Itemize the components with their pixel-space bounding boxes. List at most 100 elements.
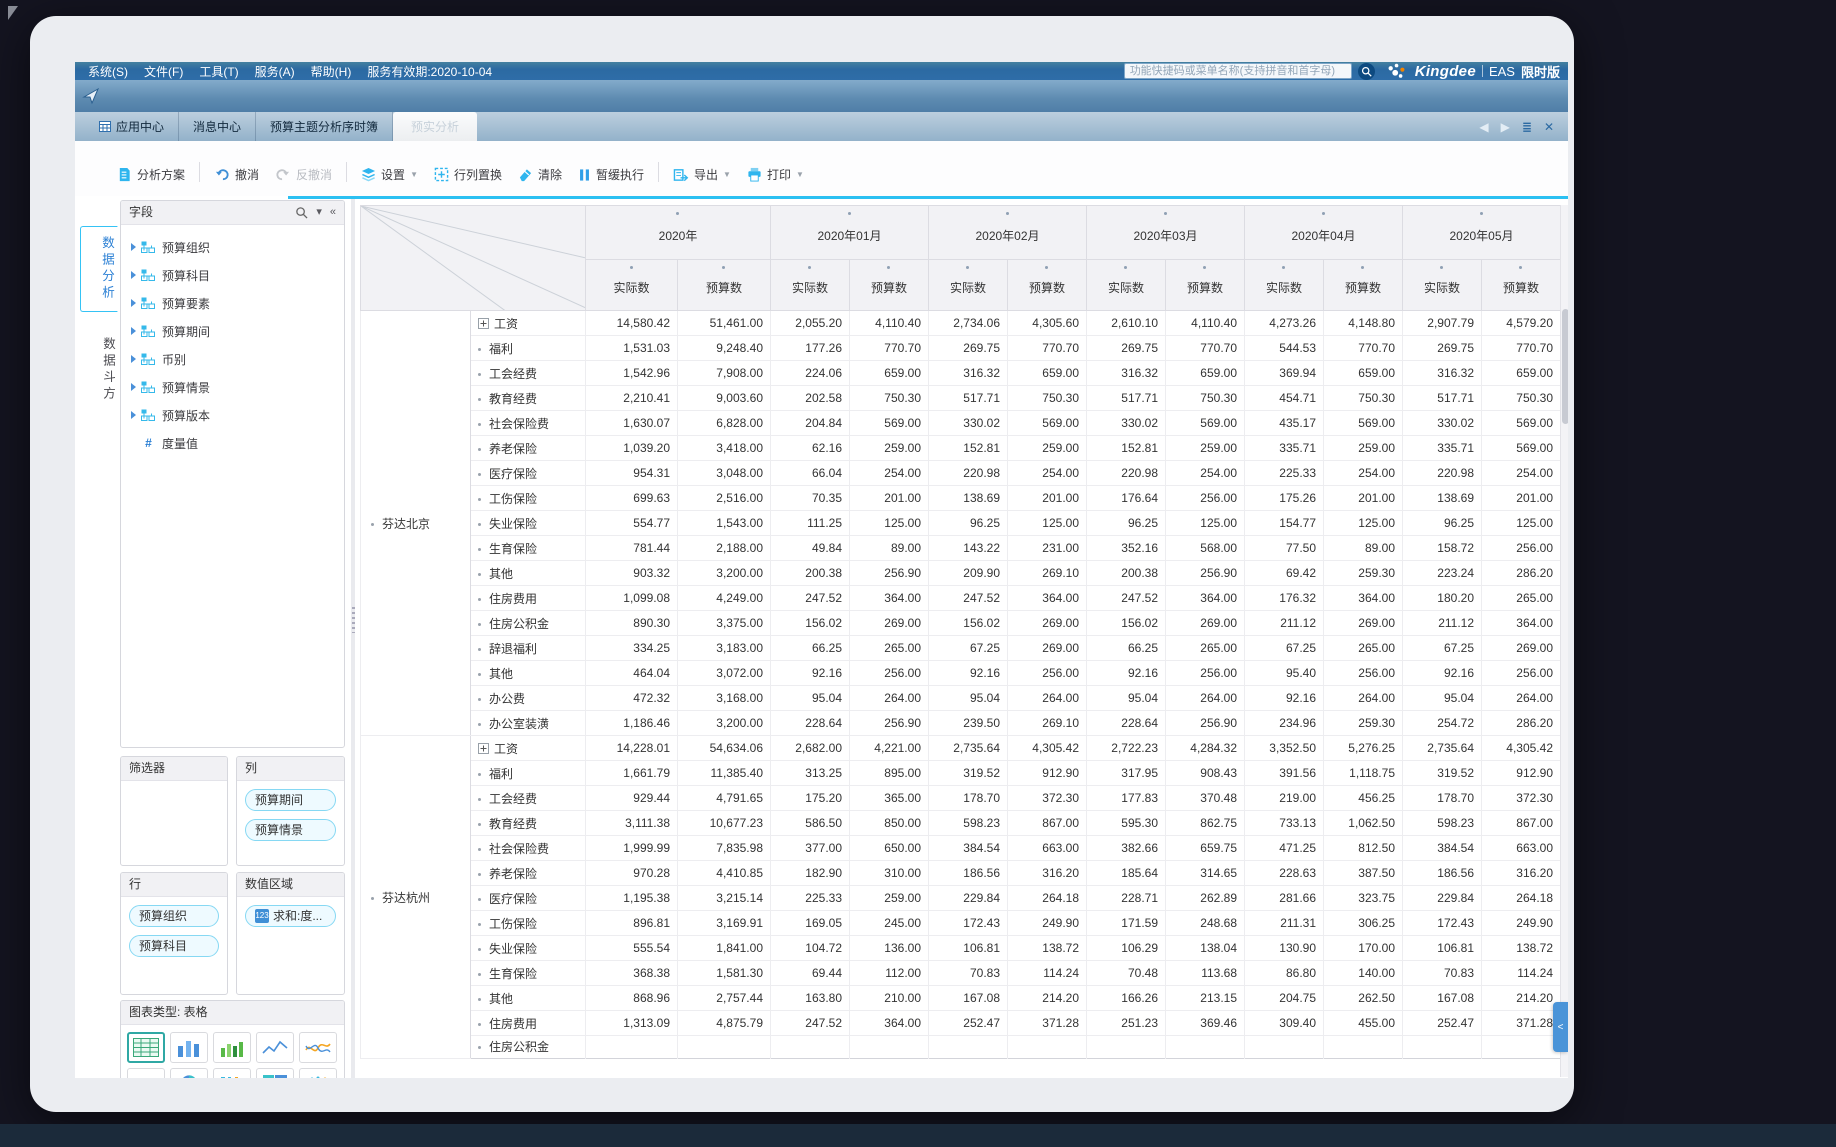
sub-column-header[interactable]: 预算数 bbox=[1324, 260, 1403, 311]
chart-type-spline-icon[interactable] bbox=[299, 1032, 337, 1063]
field-item-6[interactable]: 预算情景 bbox=[125, 373, 340, 401]
sub-column-header[interactable]: 实际数 bbox=[1245, 260, 1324, 311]
sub-column-header[interactable]: 预算数 bbox=[850, 260, 929, 311]
tab-forward-icon[interactable]: ▶ bbox=[1501, 120, 1510, 134]
collapse-panel-icon[interactable]: « bbox=[330, 201, 336, 224]
org-group-cell[interactable]: 芬达北京 bbox=[361, 311, 471, 736]
column-group-header[interactable]: 2020年02月 bbox=[929, 206, 1087, 260]
chart-type-bar-green-icon[interactable] bbox=[213, 1032, 251, 1063]
menu-item[interactable]: 系统(S) bbox=[88, 65, 128, 79]
field-item-8[interactable]: #度量值 bbox=[125, 429, 340, 457]
field-item-2[interactable]: 预算科目 bbox=[125, 261, 340, 289]
field-filter-caret-icon[interactable]: ▾ bbox=[316, 201, 322, 224]
sub-column-header[interactable]: 实际数 bbox=[1087, 260, 1166, 311]
vertical-scrollbar[interactable] bbox=[1560, 205, 1568, 1077]
field-search-icon[interactable] bbox=[295, 206, 308, 219]
account-cell: 教育经费 bbox=[471, 811, 586, 836]
value-cell: 202.58 bbox=[771, 386, 850, 411]
shelf-chip[interactable]: 123求和:度... bbox=[245, 905, 336, 927]
field-item-7[interactable]: 预算版本 bbox=[125, 401, 340, 429]
chart-type-line-icon[interactable] bbox=[256, 1032, 294, 1063]
panel-splitter[interactable] bbox=[351, 199, 355, 1078]
value-cell: 138.72 bbox=[1482, 936, 1561, 961]
tab-back-icon[interactable]: ◀ bbox=[1479, 120, 1488, 134]
chart-type-dot-matrix-icon[interactable] bbox=[213, 1068, 251, 1078]
field-item-1[interactable]: 预算组织 bbox=[125, 233, 340, 261]
expand-plus-icon[interactable] bbox=[478, 318, 489, 332]
column-group-header[interactable]: 2020年04月 bbox=[1245, 206, 1403, 260]
field-item-4[interactable]: 预算期间 bbox=[125, 317, 340, 345]
chart-type-area-icon[interactable] bbox=[127, 1068, 165, 1078]
tab-list-icon[interactable]: ≣ bbox=[1522, 120, 1532, 134]
toolbar-button-doc[interactable]: 分析方案 bbox=[109, 163, 193, 186]
expand-caret-icon[interactable] bbox=[131, 383, 136, 391]
chip-label: 预算期间 bbox=[255, 790, 303, 810]
menu-item[interactable]: 帮助(H) bbox=[311, 65, 352, 79]
sub-column-header[interactable]: 预算数 bbox=[1482, 260, 1561, 311]
toolbar-button-pause[interactable]: 暂缓执行 bbox=[570, 163, 652, 186]
tab-close-icon[interactable]: ✕ bbox=[1544, 120, 1554, 134]
shelf-chip[interactable]: 预算情景 bbox=[245, 819, 336, 841]
expand-caret-icon[interactable] bbox=[131, 271, 136, 279]
shelf-chip[interactable]: 预算组织 bbox=[129, 905, 219, 927]
window-tab-3[interactable]: 预算主题分析序时簿 bbox=[256, 112, 393, 141]
quick-launch-input[interactable] bbox=[1124, 63, 1352, 79]
chart-type-scatter-icon[interactable] bbox=[299, 1068, 337, 1078]
dropdown-caret-icon: ▼ bbox=[723, 170, 731, 179]
toolbar-button-label: 清除 bbox=[538, 166, 562, 183]
sub-column-header[interactable]: 预算数 bbox=[678, 260, 771, 311]
chart-type-pie-icon[interactable] bbox=[170, 1068, 208, 1078]
column-group-header[interactable]: 2020年 bbox=[586, 206, 771, 260]
sub-column-header[interactable]: 实际数 bbox=[1403, 260, 1482, 311]
field-item-5[interactable]: 币别 bbox=[125, 345, 340, 373]
sub-column-header[interactable]: 实际数 bbox=[929, 260, 1008, 311]
expand-caret-icon[interactable] bbox=[131, 299, 136, 307]
value-cell: 210.00 bbox=[850, 986, 929, 1011]
column-group-header[interactable]: 2020年01月 bbox=[771, 206, 929, 260]
menu-item[interactable]: 工具(T) bbox=[199, 65, 238, 79]
value-cell: 228.64 bbox=[771, 711, 850, 736]
org-group-cell[interactable]: 芬达杭州 bbox=[361, 736, 471, 1059]
sidebar-tab-data-analysis[interactable]: 数据分析 bbox=[80, 226, 118, 312]
sub-column-header[interactable]: 实际数 bbox=[586, 260, 678, 311]
expand-caret-icon[interactable] bbox=[131, 355, 136, 363]
toolbar-button-undo[interactable]: 撤消 bbox=[206, 163, 267, 186]
sub-column-header[interactable]: 预算数 bbox=[1166, 260, 1245, 311]
expand-caret-icon[interactable] bbox=[131, 327, 136, 335]
value-cell: 750.30 bbox=[1008, 386, 1087, 411]
window-tab-2[interactable]: 消息中心 bbox=[179, 112, 256, 141]
toolbar-button-export[interactable]: 导出▼ bbox=[665, 163, 739, 186]
menu-item[interactable]: 服务有效期:2020-10-04 bbox=[367, 65, 492, 79]
table-row: 福利1,531.039,248.40177.26770.70269.75770.… bbox=[361, 336, 1561, 361]
scrollbar-thumb[interactable] bbox=[1562, 309, 1569, 424]
field-item-3[interactable]: 预算要素 bbox=[125, 289, 340, 317]
toolbar-button-transpose[interactable]: 行列置换 bbox=[426, 163, 510, 186]
chart-type-bar-blue-icon[interactable] bbox=[170, 1032, 208, 1063]
chart-type-table-icon[interactable] bbox=[127, 1032, 165, 1063]
shelf-chip[interactable]: 预算期间 bbox=[245, 789, 336, 811]
expand-caret-icon[interactable] bbox=[131, 243, 136, 251]
menu-item[interactable]: 文件(F) bbox=[144, 65, 183, 79]
shelf-chip[interactable]: 预算科目 bbox=[129, 935, 219, 957]
column-group-header[interactable]: 2020年05月 bbox=[1403, 206, 1561, 260]
value-cell: 213.15 bbox=[1166, 986, 1245, 1011]
sub-column-header[interactable]: 预算数 bbox=[1008, 260, 1087, 311]
window-tab-1[interactable]: 应用中心 bbox=[85, 112, 179, 141]
eas-flag-icon[interactable] bbox=[81, 86, 101, 106]
value-cell: 239.50 bbox=[929, 711, 1008, 736]
window-tab-4[interactable]: 预实分析 bbox=[393, 112, 477, 141]
toolbar-button-redo[interactable]: 反撤消 bbox=[267, 163, 340, 186]
menu-item[interactable]: 服务(A) bbox=[255, 65, 295, 79]
search-button[interactable] bbox=[1358, 63, 1375, 80]
sub-column-header[interactable]: 实际数 bbox=[771, 260, 850, 311]
expand-caret-icon[interactable] bbox=[131, 411, 136, 419]
column-group-header[interactable]: 2020年03月 bbox=[1087, 206, 1245, 260]
toolbar-button-print[interactable]: 打印▼ bbox=[739, 163, 812, 186]
toolbar-button-eraser[interactable]: 清除 bbox=[510, 163, 570, 186]
chart-type-treemap-icon[interactable] bbox=[256, 1068, 294, 1078]
sidebar-tab-data-cube[interactable]: 数据斗方 bbox=[80, 320, 118, 420]
value-cell: 4,410.85 bbox=[678, 861, 771, 886]
expand-right-panel-tab[interactable]: < bbox=[1553, 1002, 1568, 1052]
expand-plus-icon[interactable] bbox=[478, 743, 489, 757]
toolbar-button-layers[interactable]: 设置▼ bbox=[353, 163, 426, 186]
